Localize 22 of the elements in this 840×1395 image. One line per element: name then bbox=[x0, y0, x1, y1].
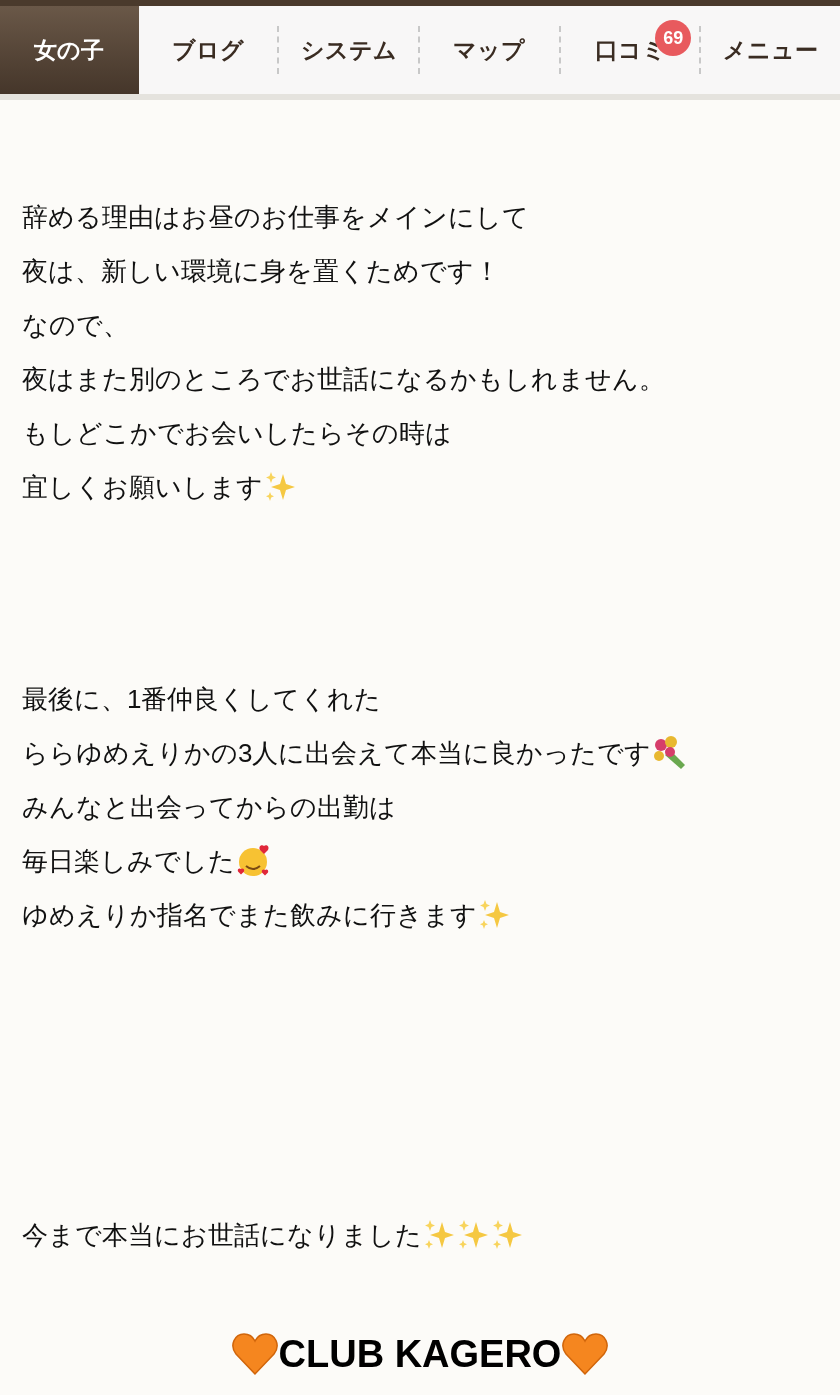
nav-tab[interactable]: システム bbox=[279, 6, 418, 94]
smiley-hearts-icon bbox=[235, 843, 271, 879]
heart-icon bbox=[561, 1332, 610, 1376]
body-text: 毎日楽しみでした bbox=[22, 844, 235, 878]
body-text: ららゆめえりかの3人に出会えて本当に良かったです bbox=[22, 736, 652, 770]
nav-tab[interactable]: 女の子 bbox=[0, 6, 139, 94]
nav-tab[interactable]: マップ bbox=[420, 6, 559, 94]
body-text: 夜はまた別のところでお世話になるかもしれません。 bbox=[22, 362, 665, 396]
body-text: 今まで本当にお世話になりました bbox=[22, 1218, 422, 1252]
body-text: 夜は、新しい環境に身を置くためです！ bbox=[22, 254, 500, 288]
body-text: なので、 bbox=[22, 308, 129, 342]
footer-title: CLUB KAGERO bbox=[278, 1331, 562, 1377]
bouquet-icon bbox=[651, 735, 688, 771]
nav-tab[interactable]: メニュー bbox=[701, 6, 840, 94]
body-text: ゆめえりか指名でまた飲みに行きます bbox=[22, 898, 477, 932]
body-text: 最後に、1番仲良くしてくれた bbox=[22, 682, 382, 716]
body-text: もしどこかでお会いしたらその時は bbox=[22, 416, 452, 450]
body-text: 辞める理由はお昼のお仕事をメインにして bbox=[22, 200, 529, 234]
body-text: みんなと出会ってからの出勤は bbox=[22, 790, 396, 824]
heart-icon bbox=[230, 1332, 279, 1376]
body-text: 宜しくお願いします bbox=[22, 470, 263, 504]
nav-tab[interactable]: ブログ bbox=[138, 6, 278, 94]
